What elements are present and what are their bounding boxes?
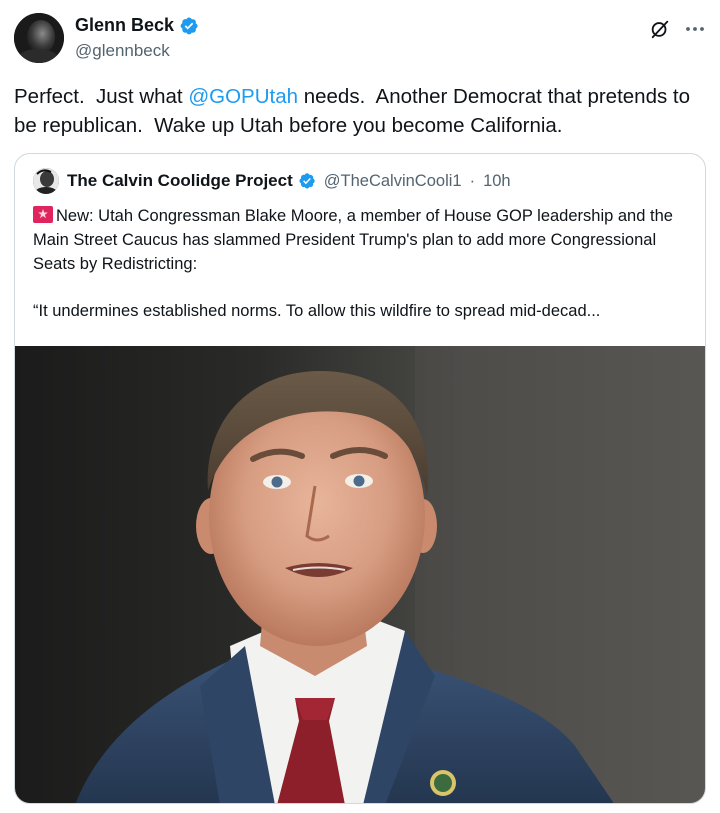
tweet-text: Perfect. Just what @GOPUtah needs. Anoth…: [14, 82, 710, 140]
quoted-paragraph-2: “It undermines established norms. To all…: [33, 302, 601, 320]
quoted-author-handle: @TheCalvinCooli1: [323, 171, 462, 190]
quoted-author-avatar: [33, 168, 59, 194]
author-handle[interactable]: @glennbeck: [75, 41, 170, 61]
meta-separator: ·: [469, 171, 476, 190]
quoted-tweet-text: New: Utah Congressman Blake Moore, a mem…: [33, 204, 693, 346]
author-avatar[interactable]: [14, 13, 64, 63]
quoted-tweet-photo[interactable]: [15, 346, 705, 803]
tweet: Glenn Beck @glennbeck Perfect. Just what…: [0, 0, 720, 813]
quoted-tweet[interactable]: The Calvin Coolidge Project @TheCalvinCo…: [14, 153, 706, 804]
quoted-author-name: The Calvin Coolidge Project: [67, 171, 293, 190]
verified-badge-icon: [180, 16, 198, 34]
grok-icon[interactable]: [649, 18, 671, 40]
mention-link[interactable]: @GOPUtah: [188, 85, 298, 108]
quoted-tweet-header: The Calvin Coolidge Project @TheCalvinCo…: [33, 168, 511, 194]
quoted-paragraph-1-text: New: Utah Congressman Blake Moore, a mem…: [33, 207, 673, 273]
tweet-text-part1: Perfect. Just what: [14, 85, 189, 108]
quoted-timestamp: 10h: [483, 171, 511, 190]
quoted-paragraph-1: New: Utah Congressman Blake Moore, a mem…: [33, 204, 693, 276]
rotating-light-emoji-icon: [33, 206, 53, 223]
more-icon[interactable]: [682, 18, 708, 40]
author-name-row: Glenn Beck: [75, 15, 199, 36]
author-name[interactable]: Glenn Beck: [75, 15, 174, 36]
verified-badge-icon: [299, 173, 315, 189]
